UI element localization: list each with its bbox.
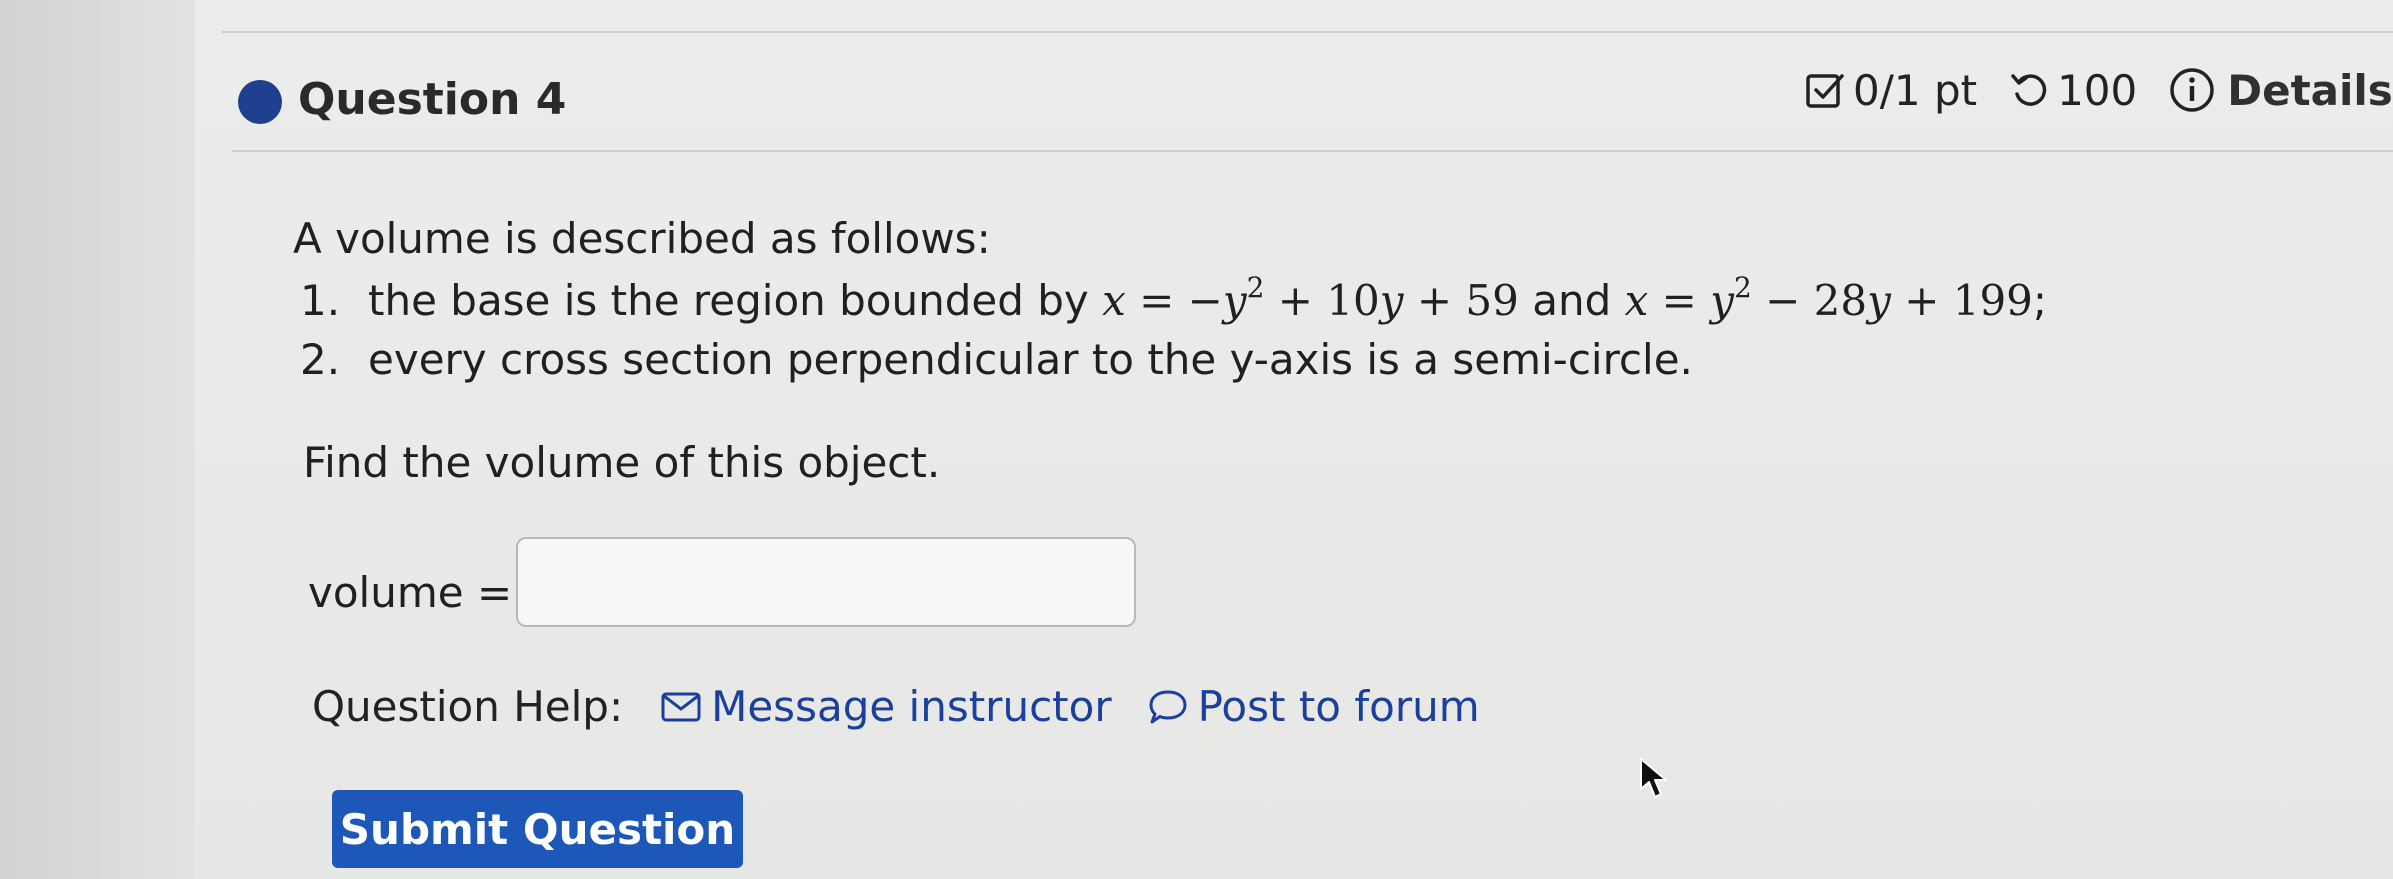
item-text: every cross section perpendicular to the… [368,335,1693,384]
prompt-intro: A volume is described as follows: [293,214,991,263]
info-icon[interactable] [2169,67,2215,113]
prompt-task: Find the volume of this object. [303,438,941,487]
volume-label: volume = [308,568,513,617]
speech-bubble-icon [1148,689,1188,725]
retry-icon [2009,70,2049,110]
item-end: ; [2032,276,2048,325]
equation-1: x = −y2 + 10y + 59 [1102,271,1519,326]
mouse-pointer-icon [1638,757,1674,805]
item-text: the base is the region bounded by [368,276,1089,325]
equation-2: x = y2 − 28y + 199 [1624,271,2033,326]
post-to-forum-label: Post to forum [1197,682,1480,731]
item-number: 2. [300,335,341,384]
message-instructor-link[interactable]: Message instructor [661,682,1112,731]
prompt-item-1: 1. the base is the region bounded by x = … [300,271,2048,326]
checkbox-icon [1805,70,1845,110]
prompt-item-2: 2. every cross section perpendicular to t… [300,335,1693,384]
question-help-label: Question Help: [312,682,624,731]
details-link[interactable]: Details [2227,66,2393,115]
item-joiner: and [1532,276,1612,325]
volume-input[interactable] [516,537,1136,627]
left-margin-area [0,0,195,879]
submit-question-button[interactable]: Submit Question [332,790,743,868]
envelope-icon [661,692,701,722]
question-status-bar: 0/1 pt 100 Details [1805,62,2393,118]
top-divider [222,31,2393,33]
attempts-text: 100 [2057,65,2138,115]
question-status-dot [238,80,282,124]
message-instructor-label: Message instructor [711,682,1112,731]
score-text: 0/1 pt [1853,65,1978,115]
item-number: 1. [300,276,341,325]
header-divider [232,150,2393,152]
question-help-row: Question Help: Message instructor Post t… [312,682,1480,731]
post-to-forum-link[interactable]: Post to forum [1148,682,1480,731]
question-title: Question 4 [298,74,567,125]
